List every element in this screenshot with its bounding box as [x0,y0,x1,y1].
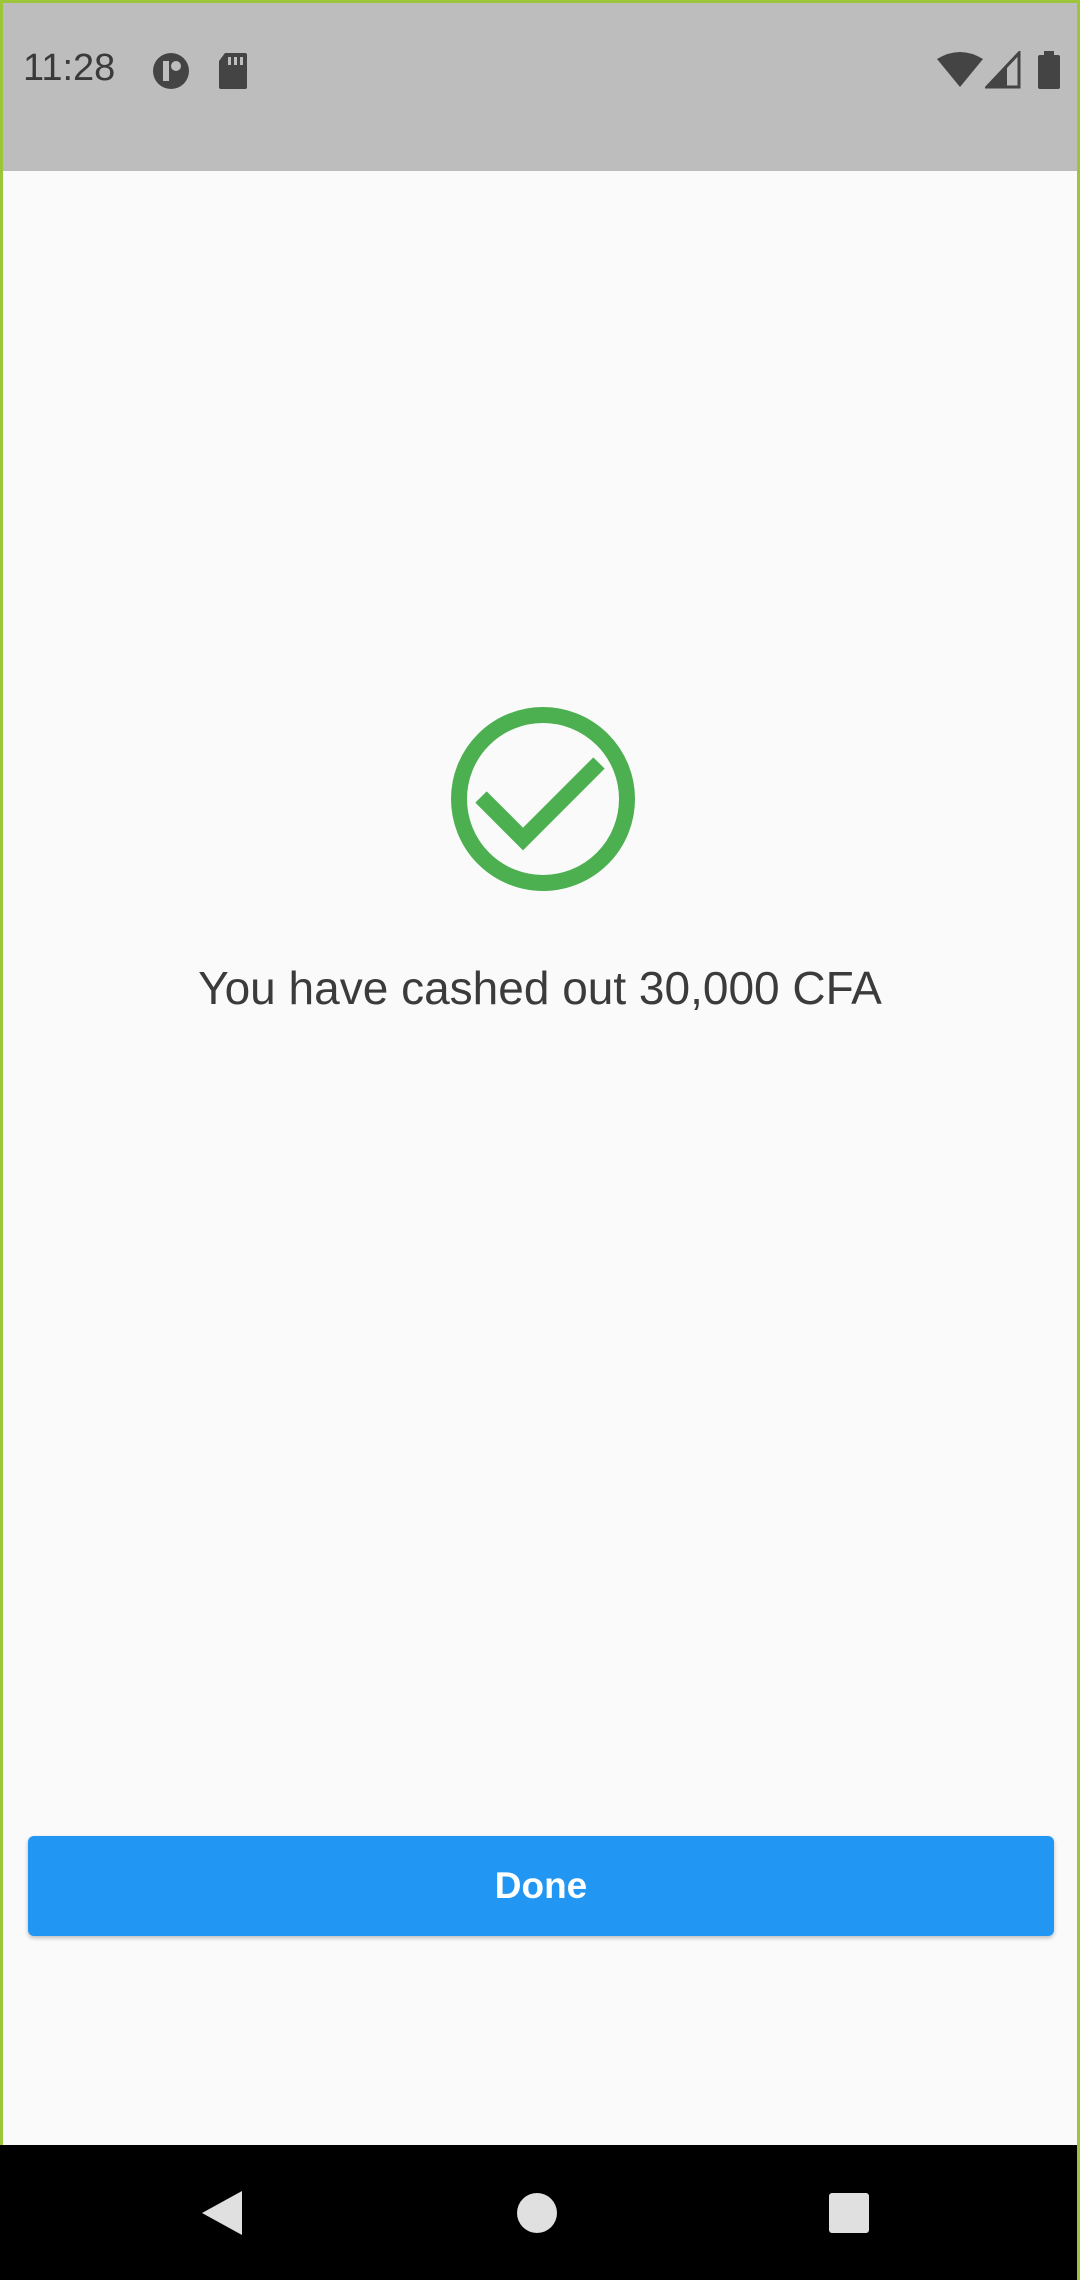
done-button[interactable]: Done [28,1836,1054,1936]
app-notification-icon [153,53,189,89]
status-time: 11:28 [23,47,116,89]
wifi-icon [937,52,983,87]
signal-icon [985,51,1021,89]
back-icon[interactable] [192,2183,252,2243]
cash-out-message: You have cashed out 30,000 CFA [198,962,882,1014]
screen: 11:28 You have cashed out 30,000 CFA Don… [0,0,1080,2280]
check-circle-icon [451,707,635,891]
status-bar: 11:28 [3,3,1077,171]
sd-card-icon [219,53,247,89]
navigation-bar [0,2145,1077,2280]
home-icon[interactable] [507,2183,567,2243]
battery-icon [1038,51,1060,89]
recents-icon[interactable] [819,2183,879,2243]
